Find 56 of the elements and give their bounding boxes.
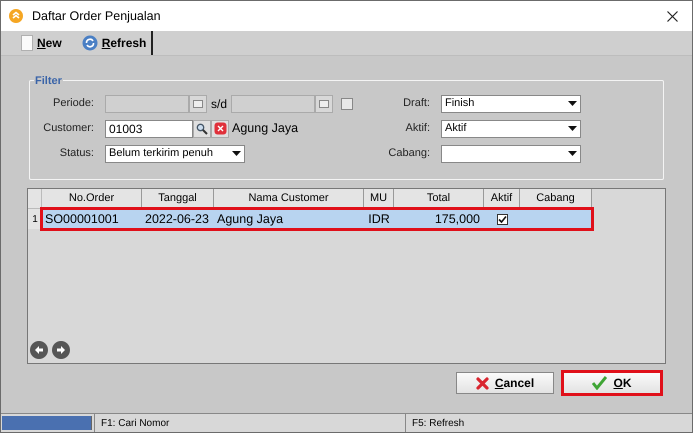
date-field[interactable] xyxy=(105,94,189,112)
cancel-button[interactable]: Cancel xyxy=(456,372,554,394)
column-header[interactable]: Aktif xyxy=(484,189,520,209)
table-cell-text: SO00001001 xyxy=(44,210,120,228)
column-header[interactable]: Tanggal xyxy=(142,189,214,209)
calendar-icon xyxy=(319,100,330,108)
column-header[interactable]: Total xyxy=(394,189,484,209)
field-label: Cabang: xyxy=(387,146,430,162)
clear-button[interactable] xyxy=(211,120,229,138)
new-button[interactable]: New xyxy=(21,34,62,52)
dropdown[interactable]: Aktif xyxy=(441,120,581,138)
ok-button[interactable]: OK xyxy=(563,372,661,394)
dropdown-arrow-icon xyxy=(232,151,241,156)
dropdown[interactable]: Belum terkirim penuh xyxy=(105,144,245,162)
dropdown[interactable]: Finish xyxy=(441,94,581,112)
calendar-button[interactable] xyxy=(315,94,334,112)
refresh-button[interactable]: Refresh xyxy=(82,34,146,52)
dropdown-arrow-icon xyxy=(568,151,577,156)
window-title: Daftar Order Penjualan xyxy=(32,8,161,25)
next-button[interactable] xyxy=(52,341,70,359)
calendar-button[interactable] xyxy=(189,94,207,112)
dropdown[interactable] xyxy=(441,144,581,162)
field-label: Periode: xyxy=(52,96,94,112)
calendar-icon xyxy=(193,100,203,108)
table-cell-text: IDR xyxy=(367,210,391,228)
dropdown-arrow-icon xyxy=(568,101,577,106)
blank-page-icon xyxy=(21,35,33,51)
app-logo-icon xyxy=(9,9,23,23)
cross-icon xyxy=(476,376,489,390)
column-header[interactable]: No.Order xyxy=(42,189,142,209)
clear-icon xyxy=(214,122,226,135)
dropdown-arrow-icon xyxy=(568,126,577,131)
search-icon xyxy=(196,122,208,134)
table-cell-text: Agung Jaya xyxy=(216,210,284,228)
column-header[interactable]: Cabang xyxy=(520,189,592,209)
separator-label: s/d xyxy=(211,96,228,112)
table-cell-text: 175,000 xyxy=(434,210,481,228)
field-label: Status: xyxy=(58,146,94,162)
date-field[interactable] xyxy=(231,94,316,112)
field-label: Aktif: xyxy=(404,121,430,136)
close-icon xyxy=(666,10,678,22)
status-text: F1: Cari Nomor xyxy=(94,414,406,432)
field-label: Draft: xyxy=(402,96,430,112)
search-button[interactable] xyxy=(193,120,211,138)
table-cell-text: 2022-06-23 xyxy=(144,210,210,228)
previous-button[interactable] xyxy=(30,341,48,359)
table-row[interactable]: SO00001001 2022-06-23 Agung Jaya IDR 175,000 xyxy=(42,209,592,229)
refresh-icon xyxy=(82,35,98,51)
status-text: F5: Refresh xyxy=(411,416,466,430)
column-header[interactable]: Nama Customer xyxy=(214,189,364,209)
checkbox[interactable] xyxy=(341,98,354,110)
customer-code-field[interactable]: 01003 xyxy=(105,120,193,138)
customer-name: Agung Jaya xyxy=(232,120,298,138)
column-header[interactable]: MU xyxy=(364,189,394,209)
field-label: Customer: xyxy=(42,121,94,136)
checkmark-icon xyxy=(592,376,608,390)
